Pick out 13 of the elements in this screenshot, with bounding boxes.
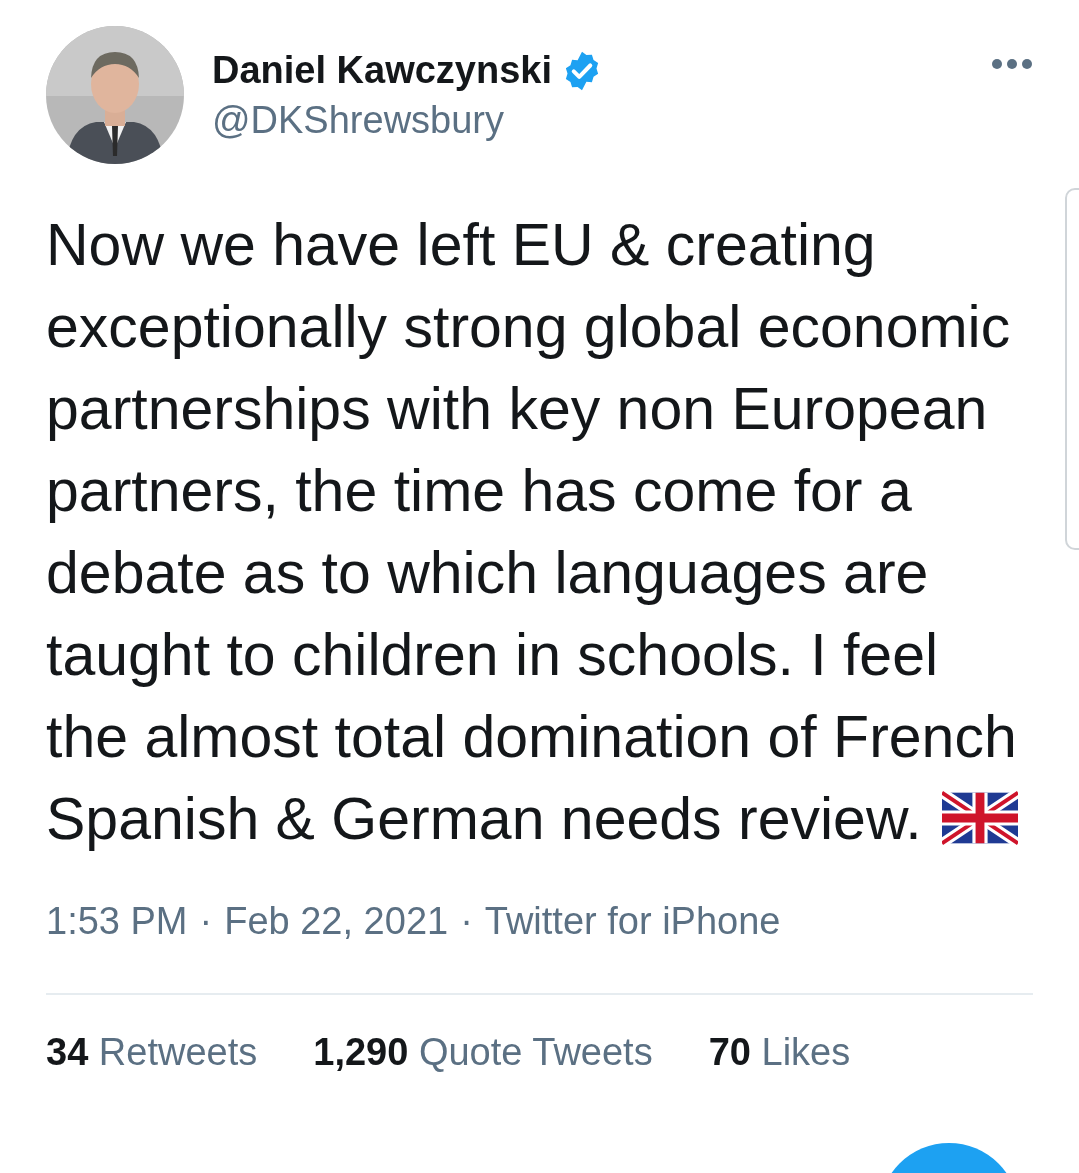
stat-link[interactable]: 34 Retweets [46, 1031, 258, 1074]
separator-dot: · [460, 900, 473, 943]
stat-link[interactable]: 70 Likes [708, 1031, 851, 1074]
stat-link[interactable]: 1,290 Quote Tweets [313, 1031, 653, 1074]
more-options-icon[interactable] [991, 58, 1033, 70]
tweet-time: 1:53 PM [46, 900, 188, 943]
tweet-text: Now we have left EU & creating exceptionally strong global economic partnerships with key non European partners, the time has come for a debate as to which languages are taught to children in schools. I feel the almost total domination of French Spanish & German needs review. [46, 211, 1019, 854]
author-name[interactable]: Daniel Kawczynski [212, 49, 553, 92]
tweet-source[interactable]: Twitter for iPhone [484, 900, 781, 943]
author-handle[interactable]: @DKShrewsbury [212, 98, 963, 142]
flag-icon [941, 791, 1018, 845]
tweet-date: Feb 22, 2021 [224, 900, 449, 943]
separator-dot: · [199, 900, 213, 943]
